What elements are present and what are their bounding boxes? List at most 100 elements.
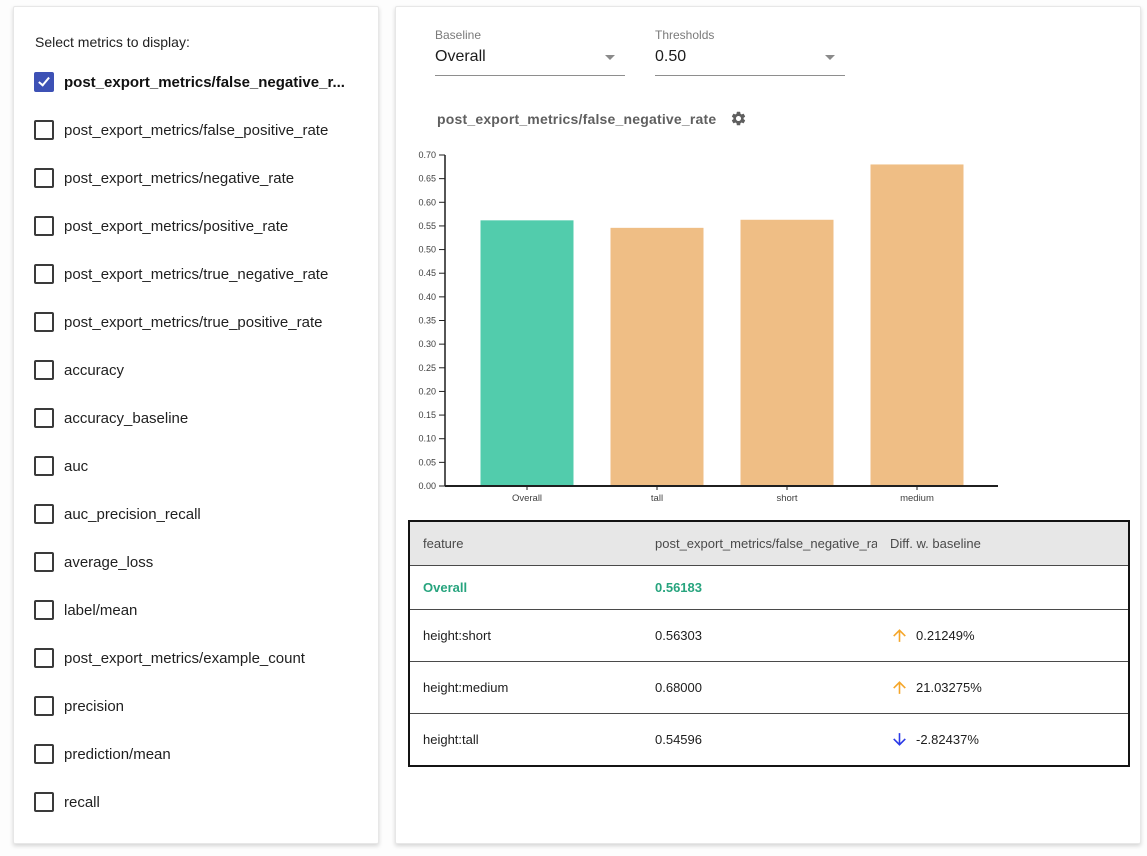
svg-text:0.60: 0.60: [418, 197, 436, 207]
checkbox[interactable]: [34, 600, 54, 620]
checkbox[interactable]: [34, 360, 54, 380]
feature-cell: height:tall: [410, 732, 642, 747]
svg-text:0.10: 0.10: [418, 434, 436, 444]
checkbox[interactable]: [34, 648, 54, 668]
metric-label: label/mean: [64, 602, 137, 619]
metric-checkbox-item[interactable]: post_export_metrics/positive_rate: [14, 202, 378, 250]
metric-checkbox-item[interactable]: post_export_metrics/example_count: [14, 634, 378, 682]
metric-checkbox-item[interactable]: auc: [14, 442, 378, 490]
metric-label: post_export_metrics/false_positive_rate: [64, 122, 328, 139]
svg-text:0.40: 0.40: [418, 292, 436, 302]
bar-chart: 0.00 0.05 0.10 0.15 0.20 0.25 0.30 0.35 0.40 0.45…: [408, 147, 1008, 511]
metric-selector-title: Select metrics to display:: [35, 34, 190, 50]
value-cell: 0.54596: [642, 732, 877, 747]
checkbox[interactable]: [34, 408, 54, 428]
value-cell: 0.56183: [642, 580, 877, 595]
metric-checkbox-item[interactable]: prediction/mean: [14, 730, 378, 778]
checkbox[interactable]: [34, 120, 54, 140]
table-row: height:medium 0.68000 21.03275%: [410, 662, 1128, 714]
svg-text:0.55: 0.55: [418, 221, 436, 231]
metric-label: accuracy: [64, 362, 124, 379]
svg-text:0.70: 0.70: [418, 150, 436, 160]
metric-label: post_export_metrics/negative_rate: [64, 170, 294, 187]
metric-label: precision: [64, 698, 124, 715]
column-header-metric: post_export_metrics/false_negative_rat..…: [642, 536, 877, 551]
svg-text:0.50: 0.50: [418, 245, 436, 255]
checkbox[interactable]: [34, 168, 54, 188]
metric-checkbox-item[interactable]: accuracy: [14, 346, 378, 394]
baseline-select-label: Baseline: [435, 28, 625, 42]
metric-label: post_export_metrics/true_negative_rate: [64, 266, 328, 283]
gear-icon[interactable]: [730, 110, 747, 127]
chevron-down-icon: [825, 55, 835, 60]
svg-text:short: short: [776, 493, 797, 504]
svg-text:0.20: 0.20: [418, 386, 436, 396]
metric-detail-panel: Baseline Overall Thresholds 0.50 post_ex…: [395, 6, 1141, 844]
table-row: height:short 0.56303 0.21249%: [410, 610, 1128, 662]
metric-label: post_export_metrics/true_positive_rate: [64, 314, 322, 331]
metric-checkbox-item[interactable]: label/mean: [14, 586, 378, 634]
chart-title-row: post_export_metrics/false_negative_rate: [437, 110, 747, 127]
checkbox[interactable]: [34, 504, 54, 524]
metric-label: accuracy_baseline: [64, 410, 188, 427]
thresholds-select[interactable]: Thresholds 0.50: [655, 28, 845, 76]
chevron-down-icon: [605, 55, 615, 60]
metric-label: post_export_metrics/positive_rate: [64, 218, 288, 235]
svg-text:0.25: 0.25: [418, 363, 436, 373]
feature-cell: Overall: [410, 580, 642, 595]
checkbox[interactable]: [34, 72, 54, 92]
checkbox[interactable]: [34, 744, 54, 764]
thresholds-select-value[interactable]: 0.50: [655, 48, 845, 76]
svg-text:0.35: 0.35: [418, 316, 436, 326]
checkbox[interactable]: [34, 792, 54, 812]
svg-text:0.30: 0.30: [418, 339, 436, 349]
svg-text:0.65: 0.65: [418, 174, 436, 184]
svg-text:0.05: 0.05: [418, 457, 436, 467]
metric-label: recall: [64, 794, 100, 811]
checkbox[interactable]: [34, 456, 54, 476]
feature-cell: height:medium: [410, 680, 642, 695]
baseline-select[interactable]: Baseline Overall: [435, 28, 625, 76]
thresholds-select-label: Thresholds: [655, 28, 845, 42]
metric-checkbox-item[interactable]: average_loss: [14, 538, 378, 586]
checkbox[interactable]: [34, 696, 54, 716]
feature-cell: height:short: [410, 628, 642, 643]
svg-text:tall: tall: [651, 493, 663, 504]
metric-checkbox-item[interactable]: precision: [14, 682, 378, 730]
column-header-feature: feature: [410, 536, 642, 551]
checkbox[interactable]: [34, 552, 54, 572]
svg-text:Overall: Overall: [512, 493, 542, 504]
diff-cell: 21.03275%: [877, 678, 1128, 697]
metric-checkbox-item[interactable]: auc_precision_recall: [14, 490, 378, 538]
checkbox[interactable]: [34, 264, 54, 284]
metric-label: average_loss: [64, 554, 153, 571]
checkbox[interactable]: [34, 312, 54, 332]
svg-text:0.00: 0.00: [418, 481, 436, 491]
metric-checkbox-item[interactable]: accuracy_baseline: [14, 394, 378, 442]
svg-text:0.15: 0.15: [418, 410, 436, 420]
metrics-table: feature post_export_metrics/false_negati…: [408, 520, 1130, 767]
checkbox[interactable]: [34, 216, 54, 236]
metric-checkbox-item[interactable]: post_export_metrics/true_negative_rate: [14, 250, 378, 298]
metric-checkbox-item[interactable]: recall: [14, 778, 378, 826]
svg-text:medium: medium: [900, 493, 934, 504]
baseline-select-value[interactable]: Overall: [435, 48, 625, 76]
down-arrow-icon: [890, 730, 909, 749]
metric-label: post_export_metrics/example_count: [64, 650, 305, 667]
table-row: height:tall 0.54596 -2.82437%: [410, 714, 1128, 765]
diff-cell: -2.82437%: [877, 730, 1128, 749]
metric-label: prediction/mean: [64, 746, 171, 763]
metric-checkbox-item[interactable]: post_export_metrics/true_positive_rate: [14, 298, 378, 346]
value-cell: 0.56303: [642, 628, 877, 643]
metric-label: auc_precision_recall: [64, 506, 201, 523]
metric-checkbox-item[interactable]: post_export_metrics/false_negative_r...: [14, 58, 378, 106]
metric-label: auc: [64, 458, 88, 475]
metric-label: post_export_metrics/false_negative_r...: [64, 74, 345, 91]
metric-checkbox-item[interactable]: post_export_metrics/negative_rate: [14, 154, 378, 202]
table-row: Overall 0.56183: [410, 566, 1128, 610]
metric-checkbox-item[interactable]: post_export_metrics/false_positive_rate: [14, 106, 378, 154]
value-cell: 0.68000: [642, 680, 877, 695]
table-header-row: feature post_export_metrics/false_negati…: [410, 522, 1128, 566]
svg-text:0.45: 0.45: [418, 268, 436, 278]
diff-cell: 0.21249%: [877, 626, 1128, 645]
